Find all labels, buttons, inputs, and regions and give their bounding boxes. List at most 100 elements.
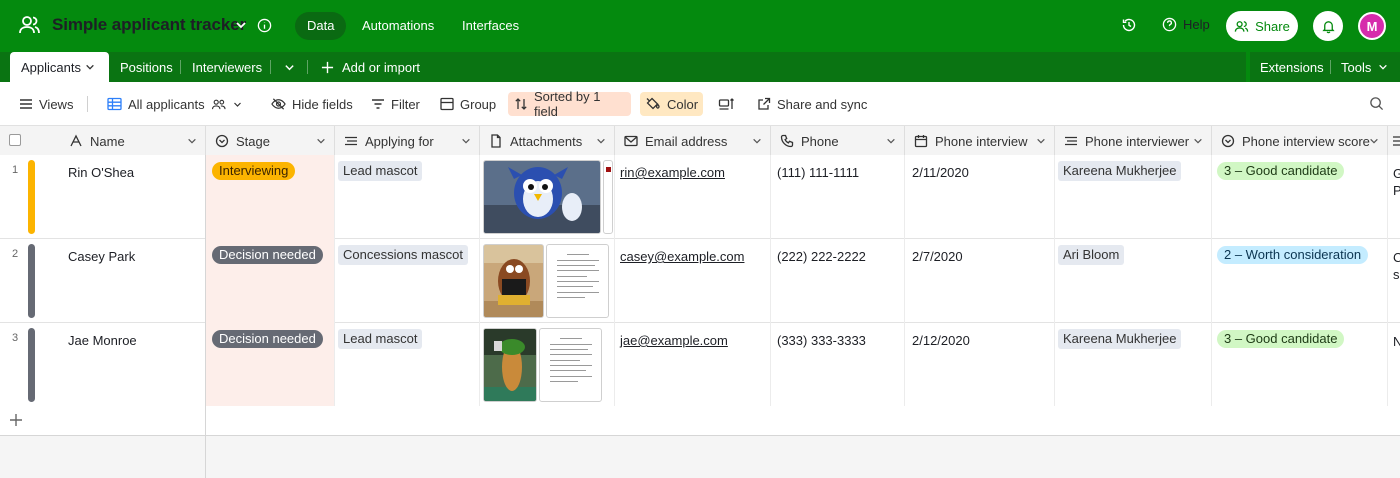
- notifications-button[interactable]: [1313, 11, 1343, 41]
- history-icon[interactable]: [1121, 17, 1137, 33]
- add-record-row[interactable]: [0, 406, 1400, 436]
- table-row[interactable]: 3 Jae Monroe Decision needed Lead mascot: [0, 323, 1400, 407]
- column-header-stage[interactable]: Stage: [206, 126, 335, 156]
- column-header-attachments[interactable]: Attachments: [480, 126, 615, 156]
- email-cell[interactable]: rin@example.com: [615, 155, 771, 239]
- applying-for-cell[interactable]: Concessions mascot: [335, 239, 480, 323]
- phone-interviewer-cell[interactable]: Kareena Mukherjee: [1055, 323, 1212, 407]
- view-switcher[interactable]: All applicants: [101, 92, 248, 116]
- email-cell[interactable]: casey@example.com: [615, 239, 771, 323]
- phone-interview-cell[interactable]: 2/11/2020: [905, 155, 1055, 239]
- column-header-phone-interview-score[interactable]: Phone interview score: [1212, 126, 1388, 156]
- info-icon[interactable]: [257, 18, 272, 33]
- chevron-down-icon[interactable]: [316, 136, 326, 146]
- sort-button[interactable]: Sorted by 1 field: [508, 89, 631, 119]
- chevron-down-icon[interactable]: [235, 19, 247, 31]
- chevron-down-icon[interactable]: [284, 62, 295, 73]
- attachment-thumbnail[interactable]: [539, 328, 602, 402]
- phone-interviewer-cell[interactable]: Kareena Mukherjee: [1055, 155, 1212, 239]
- email-link[interactable]: casey@example.com: [620, 249, 744, 264]
- phone-cell[interactable]: (111) 111-1111: [771, 155, 905, 239]
- applying-for-cell[interactable]: Lead mascot: [335, 155, 480, 239]
- score-cell[interactable]: 2 – Worth consideration: [1212, 239, 1388, 323]
- attachment-thumbnail[interactable]: [603, 160, 613, 234]
- column-header-name[interactable]: Name: [60, 126, 206, 156]
- extensions-button[interactable]: Extensions: [1260, 52, 1324, 82]
- color-button[interactable]: Color: [640, 92, 703, 116]
- applying-for-cell[interactable]: Lead mascot: [335, 323, 480, 407]
- grid-view-icon: [107, 97, 122, 111]
- interviewer-chip[interactable]: Kareena Mukherjee: [1058, 329, 1182, 349]
- hide-fields-button[interactable]: Hide fields: [265, 92, 359, 116]
- chevron-down-icon[interactable]: [752, 136, 762, 146]
- attachments-cell[interactable]: [480, 239, 615, 323]
- tools-button[interactable]: Tools: [1341, 52, 1388, 82]
- chevron-down-icon[interactable]: [85, 62, 95, 72]
- tab-applicants[interactable]: Applicants: [10, 52, 109, 82]
- row-primary-cell[interactable]: 2 Casey Park: [0, 239, 206, 323]
- plus-icon[interactable]: [9, 413, 23, 427]
- nav-interfaces[interactable]: Interfaces: [450, 12, 531, 40]
- attachment-thumbnail[interactable]: [483, 160, 601, 234]
- share-and-sync-button[interactable]: Share and sync: [751, 92, 873, 116]
- tab-interviewers[interactable]: Interviewers: [192, 52, 262, 82]
- column-header-email[interactable]: Email address: [615, 126, 771, 156]
- attachment-thumbnail[interactable]: [546, 244, 609, 318]
- column-header-next[interactable]: [1388, 126, 1400, 156]
- email-cell[interactable]: jae@example.com: [615, 323, 771, 407]
- applying-for-chip[interactable]: Lead mascot: [338, 329, 423, 349]
- chevron-down-icon[interactable]: [1193, 136, 1203, 146]
- score-cell[interactable]: 3 – Good candidate: [1212, 155, 1388, 239]
- interviewer-chip[interactable]: Kareena Mukherjee: [1058, 161, 1182, 181]
- chevron-down-icon[interactable]: [187, 136, 197, 146]
- add-or-import-button[interactable]: Add or import: [321, 52, 420, 82]
- column-header-phone-interviewer[interactable]: Phone interviewer: [1055, 126, 1212, 156]
- row-height-button[interactable]: [712, 92, 740, 116]
- row-number: 3: [11, 332, 19, 344]
- tab-positions[interactable]: Positions: [120, 52, 173, 82]
- filter-button[interactable]: Filter: [365, 92, 426, 116]
- base-title[interactable]: Simple applicant tracker: [52, 15, 246, 35]
- attachments-cell[interactable]: [480, 323, 615, 407]
- avatar[interactable]: M: [1358, 12, 1386, 40]
- search-icon[interactable]: [1369, 96, 1384, 111]
- phone-cell[interactable]: (333) 333-3333: [771, 323, 905, 407]
- applying-for-chip[interactable]: Concessions mascot: [338, 245, 468, 265]
- applying-for-chip[interactable]: Lead mascot: [338, 161, 423, 181]
- chevron-down-icon[interactable]: [461, 136, 471, 146]
- share-button[interactable]: Share: [1226, 11, 1298, 41]
- group-button[interactable]: Group: [434, 92, 502, 116]
- phone-interview-cell[interactable]: 2/12/2020: [905, 323, 1055, 407]
- column-header-phone-interview[interactable]: Phone interview: [905, 126, 1055, 156]
- chevron-down-icon[interactable]: [886, 136, 896, 146]
- select-all-checkbox[interactable]: [9, 134, 21, 146]
- chevron-down-icon[interactable]: [596, 136, 606, 146]
- chevron-down-icon[interactable]: [1036, 136, 1046, 146]
- interviewer-chip[interactable]: Ari Bloom: [1058, 245, 1125, 265]
- help-button[interactable]: Help: [1162, 17, 1210, 32]
- phone-interviewer-cell[interactable]: Ari Bloom: [1055, 239, 1212, 323]
- email-link[interactable]: rin@example.com: [620, 165, 725, 180]
- views-button[interactable]: Views: [13, 92, 79, 116]
- people-logo-icon[interactable]: [18, 14, 40, 36]
- email-link[interactable]: jae@example.com: [620, 333, 728, 348]
- score-cell[interactable]: 3 – Good candidate: [1212, 323, 1388, 407]
- attachment-thumbnail[interactable]: [483, 244, 544, 318]
- column-header-phone[interactable]: Phone: [771, 126, 905, 156]
- row-primary-cell[interactable]: 1 Rin O'Shea: [0, 155, 206, 239]
- phone-cell[interactable]: (222) 222-2222: [771, 239, 905, 323]
- chevron-down-icon[interactable]: [1369, 136, 1379, 146]
- attachments-cell[interactable]: [480, 155, 615, 239]
- nav-data[interactable]: Data: [295, 12, 347, 40]
- column-header-applying-for[interactable]: Applying for: [335, 126, 480, 156]
- stage-cell[interactable]: Interviewing: [206, 155, 335, 239]
- nav-automations[interactable]: Automations: [350, 12, 446, 40]
- row-primary-cell[interactable]: 3 Jae Monroe: [0, 323, 206, 407]
- phone-interview-cell[interactable]: 2/7/2020: [905, 239, 1055, 323]
- stage-cell[interactable]: Decision needed: [206, 323, 335, 407]
- attachment-thumbnail[interactable]: [483, 328, 537, 402]
- score-pill: 3 – Good candidate: [1217, 330, 1345, 348]
- table-row[interactable]: 2 Casey Park Decision needed Concessions…: [0, 239, 1400, 323]
- table-row[interactable]: 1 Rin O'Shea Interviewing Lead mascot ri…: [0, 155, 1400, 239]
- stage-cell[interactable]: Decision needed: [206, 239, 335, 323]
